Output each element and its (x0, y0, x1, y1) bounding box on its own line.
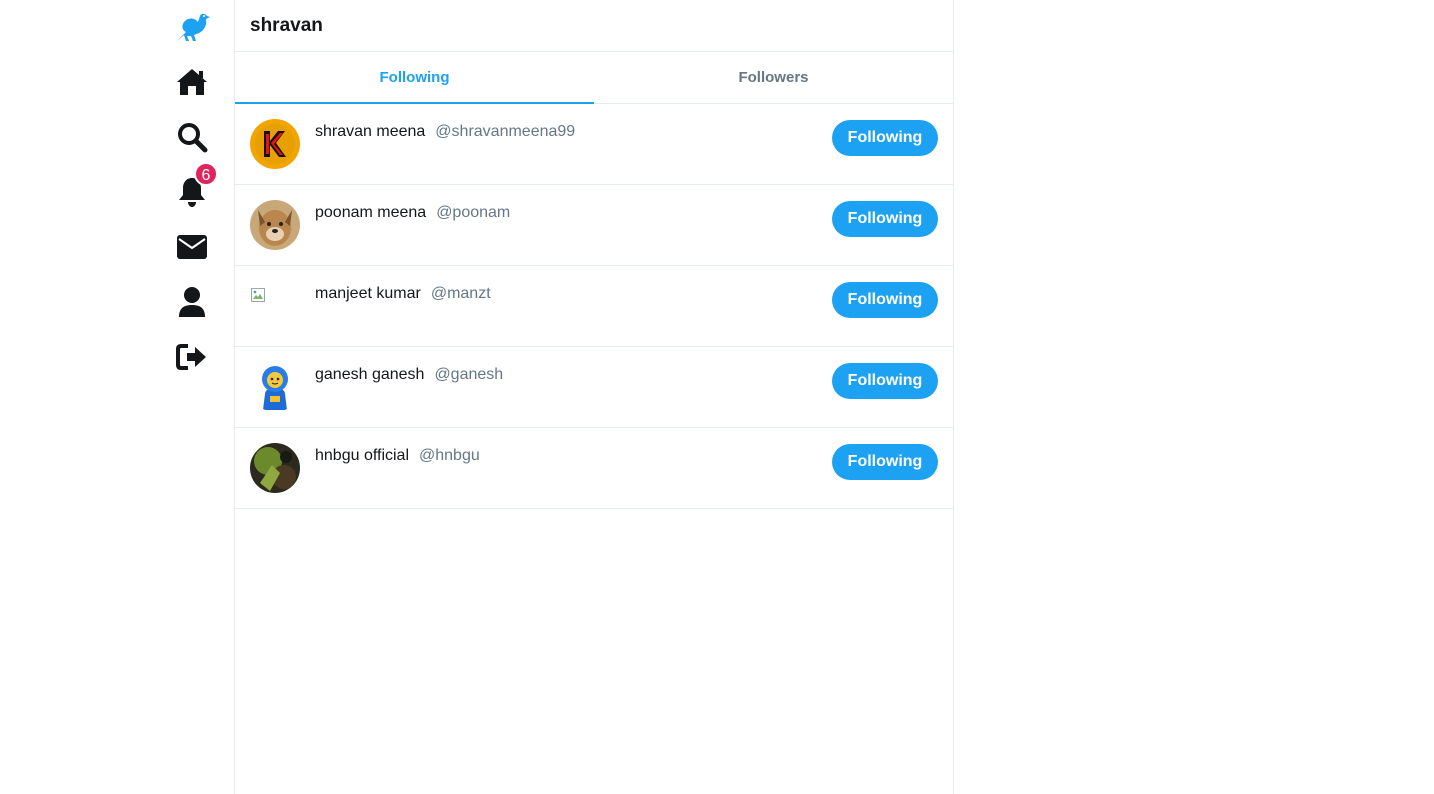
user-handle: @shravanmeena99 (435, 123, 576, 140)
bird-logo-icon[interactable] (170, 5, 214, 49)
sidebar-nav: 6 (0, 0, 234, 794)
following-button[interactable]: Following (832, 282, 938, 318)
page-header: shravan (235, 0, 953, 52)
notification-badge: 6 (194, 162, 218, 186)
following-button[interactable]: Following (832, 120, 938, 156)
tab-following[interactable]: Following (235, 52, 594, 104)
tabs: Following Followers (235, 52, 953, 104)
envelope-icon[interactable] (170, 225, 214, 269)
home-icon[interactable] (170, 60, 214, 104)
logout-icon[interactable] (170, 335, 214, 379)
user-fullname: manjeet kumar (315, 285, 421, 302)
user-fullname: shravan meena (315, 123, 426, 140)
avatar[interactable] (250, 200, 300, 250)
user-row[interactable]: ganesh ganesh @ganesh Following (235, 347, 953, 428)
avatar[interactable] (250, 119, 300, 169)
following-button[interactable]: Following (832, 363, 938, 399)
page-title: shravan (250, 14, 323, 36)
user-handle: @hnbgu (419, 447, 480, 464)
user-row[interactable]: hnbgu official @hnbgu Following (235, 428, 953, 509)
user-fullname: poonam meena (315, 204, 427, 221)
user-row[interactable]: manjeet kumar @manzt Following (235, 266, 953, 347)
main-column: shravan Following Followers shravan meen… (234, 0, 954, 794)
user-handle: @manzt (430, 285, 491, 302)
user-row[interactable]: shravan meena @shravanmeena99 Following (235, 104, 953, 185)
broken-image-icon (251, 288, 265, 302)
user-handle: @poonam (436, 204, 511, 221)
user-row[interactable]: poonam meena @poonam Following (235, 185, 953, 266)
following-button[interactable]: Following (832, 444, 938, 480)
avatar[interactable] (250, 362, 300, 412)
user-fullname: ganesh ganesh (315, 366, 425, 383)
avatar[interactable] (250, 443, 300, 493)
user-fullname: hnbgu official (315, 447, 409, 464)
following-button[interactable]: Following (832, 201, 938, 237)
search-icon[interactable] (170, 115, 214, 159)
user-icon[interactable] (170, 280, 214, 324)
notifications-item[interactable]: 6 (170, 162, 218, 214)
tab-followers[interactable]: Followers (594, 52, 953, 103)
user-handle: @ganesh (434, 366, 504, 383)
